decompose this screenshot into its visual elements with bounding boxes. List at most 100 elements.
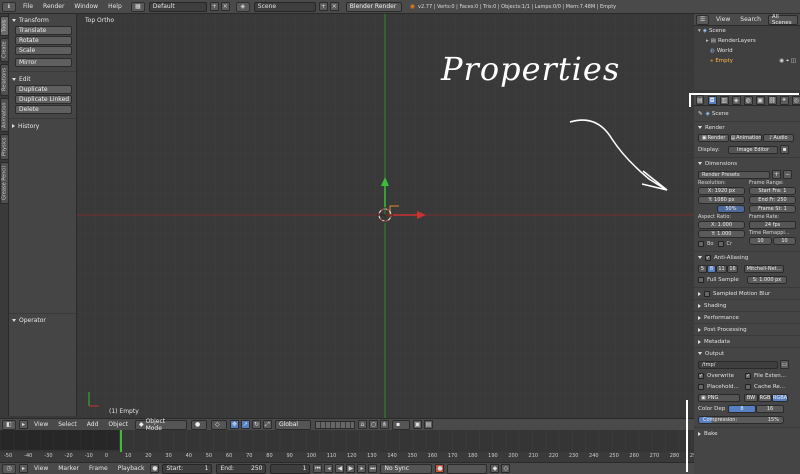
render-engine-dropdown[interactable]: Blender Render: [345, 1, 402, 12]
menu-render[interactable]: Render: [38, 3, 69, 10]
proportional-edit-icon[interactable]: ○: [368, 420, 378, 429]
render-tab-icon[interactable]: ◘: [707, 95, 717, 105]
data-tab-icon[interactable]: ⚹: [779, 95, 789, 105]
start-frame-field[interactable]: Start: 1: [162, 463, 213, 474]
rotate-button[interactable]: Rotate: [15, 36, 72, 45]
render-preview-icon[interactable]: ▣: [412, 420, 422, 429]
add-preset-button[interactable]: +: [772, 170, 781, 179]
scale-button[interactable]: Scale: [15, 46, 72, 55]
scene-tab-icon[interactable]: ◈: [731, 95, 741, 105]
render-anim-icon[interactable]: ▤: [423, 420, 433, 429]
timeline-editor-icon[interactable]: ◷: [2, 463, 16, 474]
color-mode-bw[interactable]: BW: [744, 393, 758, 402]
file-extensions-checkbox[interactable]: ✓: [745, 372, 751, 379]
shading-dropdown[interactable]: ●: [190, 419, 207, 430]
shading-panel-header[interactable]: Shading: [694, 300, 800, 311]
history-panel-header[interactable]: History: [9, 121, 76, 131]
timeline-menu-toggle[interactable]: ▸: [19, 464, 28, 473]
transform-panel-header[interactable]: Transform: [9, 15, 76, 25]
layer-buttons[interactable]: [314, 420, 355, 429]
screen-layout-field[interactable]: Default: [148, 1, 207, 12]
lock-icon[interactable]: ⌂: [357, 420, 367, 429]
file-format-dropdown[interactable]: ▣ PNG: [698, 393, 740, 402]
keying-set-dropdown[interactable]: [447, 463, 488, 474]
jump-start-icon[interactable]: ⏮: [313, 464, 323, 473]
remap-old-field[interactable]: 10: [749, 237, 772, 245]
border-checkbox[interactable]: [698, 240, 704, 247]
delete-key-icon[interactable]: ◇: [501, 464, 511, 473]
record-icon[interactable]: ●: [150, 464, 160, 473]
remove-preset-button[interactable]: −: [783, 170, 792, 179]
output-panel-header[interactable]: Output: [694, 348, 800, 359]
performance-panel-header[interactable]: Performance: [694, 312, 800, 323]
orientation-dropdown[interactable]: Global: [274, 419, 311, 430]
frame-menu[interactable]: Frame: [84, 465, 113, 472]
3d-viewport[interactable]: Top Ortho (1) Empty Properties: [77, 14, 694, 418]
physics-tab-icon[interactable]: ◎: [791, 95, 800, 105]
menu-help[interactable]: Help: [103, 3, 127, 10]
tab-grease-pencil[interactable]: Grease Pencil: [0, 162, 9, 204]
menu-window[interactable]: Window: [69, 3, 103, 10]
operator-panel-header[interactable]: Operator: [9, 315, 46, 325]
screen-layout-icon[interactable]: ▦: [130, 1, 145, 12]
aspect-y-field[interactable]: Y: 1.000: [698, 230, 745, 238]
object-menu[interactable]: Object: [103, 421, 133, 428]
scene-field[interactable]: Scene: [253, 1, 316, 12]
add-menu[interactable]: Add: [82, 421, 104, 428]
metadata-panel-header[interactable]: Metadata: [694, 336, 800, 347]
aa-filter-dropdown[interactable]: Mitchell-Net...: [744, 264, 784, 273]
fps-dropdown[interactable]: 24 fps: [749, 221, 796, 229]
view-menu[interactable]: View: [29, 421, 53, 428]
aa-samples-16[interactable]: 16: [727, 264, 738, 273]
editor-type-icon[interactable]: ℹ: [2, 1, 16, 12]
current-frame-field[interactable]: 1: [270, 463, 311, 474]
pin-icon[interactable]: ✎: [698, 111, 703, 117]
add-scene-button[interactable]: +: [318, 2, 328, 11]
bake-panel-header[interactable]: Bake: [694, 428, 800, 439]
post-processing-panel-header[interactable]: Post Processing: [694, 324, 800, 335]
sync-dropdown[interactable]: No Sync: [380, 463, 433, 474]
render-layers-tab-icon[interactable]: ▥: [719, 95, 729, 105]
display-dropdown[interactable]: Image Editor: [728, 145, 778, 154]
aspect-x-field[interactable]: X: 1.000: [698, 221, 745, 229]
menu-toggle-button[interactable]: ▸: [19, 420, 28, 429]
remap-new-field[interactable]: 10: [773, 237, 796, 245]
tab-physics[interactable]: Physics: [0, 134, 9, 160]
tab-animation[interactable]: Animation: [0, 98, 9, 132]
render-panel-header[interactable]: Render: [694, 122, 800, 133]
prev-key-icon[interactable]: ◂: [324, 464, 334, 473]
mode-dropdown[interactable]: ◆ Object Mode: [134, 418, 187, 432]
object-tab-icon[interactable]: ▣: [755, 95, 765, 105]
output-path-field[interactable]: /tmp/: [698, 360, 778, 369]
visibility-eye-icon[interactable]: ◉ ⌖ ◫: [779, 58, 796, 65]
duplicate-button[interactable]: Duplicate: [15, 85, 72, 94]
aa-samples-11[interactable]: 11: [716, 264, 727, 273]
outliner-filter-dropdown[interactable]: All Scenes: [767, 14, 798, 26]
placeholders-checkbox[interactable]: [698, 383, 704, 390]
translate-manip-icon[interactable]: ↗: [240, 420, 250, 429]
render-image-button[interactable]: ▣ Render: [698, 134, 730, 142]
next-key-icon[interactable]: ▸: [357, 464, 367, 473]
filter-size-field[interactable]: S: 1.000 px: [747, 275, 787, 284]
outliner-search-menu[interactable]: Search: [735, 16, 766, 23]
aa-samples-8[interactable]: 8: [707, 264, 716, 273]
tab-relations[interactable]: Relations: [0, 64, 9, 96]
resolution-x-field[interactable]: X: 1920 px: [698, 187, 745, 195]
scale-manip-icon[interactable]: ⤢: [262, 420, 272, 429]
compression-slider[interactable]: Compression: 15%: [698, 415, 784, 424]
3d-editor-type-icon[interactable]: ◧: [2, 419, 16, 430]
marker-menu[interactable]: Marker: [53, 465, 84, 472]
render-presets-dropdown[interactable]: Render Presets: [698, 170, 770, 179]
aa-samples-5[interactable]: 5: [698, 264, 707, 273]
scene-icon[interactable]: ◈: [235, 1, 250, 12]
full-sample-checkbox[interactable]: [698, 276, 704, 283]
color-depth-8[interactable]: 8: [728, 404, 756, 413]
outliner-item-renderlayers[interactable]: ▸ ▤ RenderLayers: [694, 36, 800, 46]
color-mode-rgb[interactable]: RGB: [758, 393, 772, 402]
timeline[interactable]: -50 -40 -30 -20 -10 0 10 20 30 40 50 60 70 80 90 100 110…: [0, 430, 699, 462]
cache-result-checkbox[interactable]: [745, 383, 751, 390]
folder-icon[interactable]: ▭: [780, 360, 789, 369]
delete-button[interactable]: Delete: [15, 105, 72, 114]
constraints-tab-icon[interactable]: ⛓: [767, 95, 777, 105]
crop-checkbox[interactable]: [717, 240, 724, 247]
